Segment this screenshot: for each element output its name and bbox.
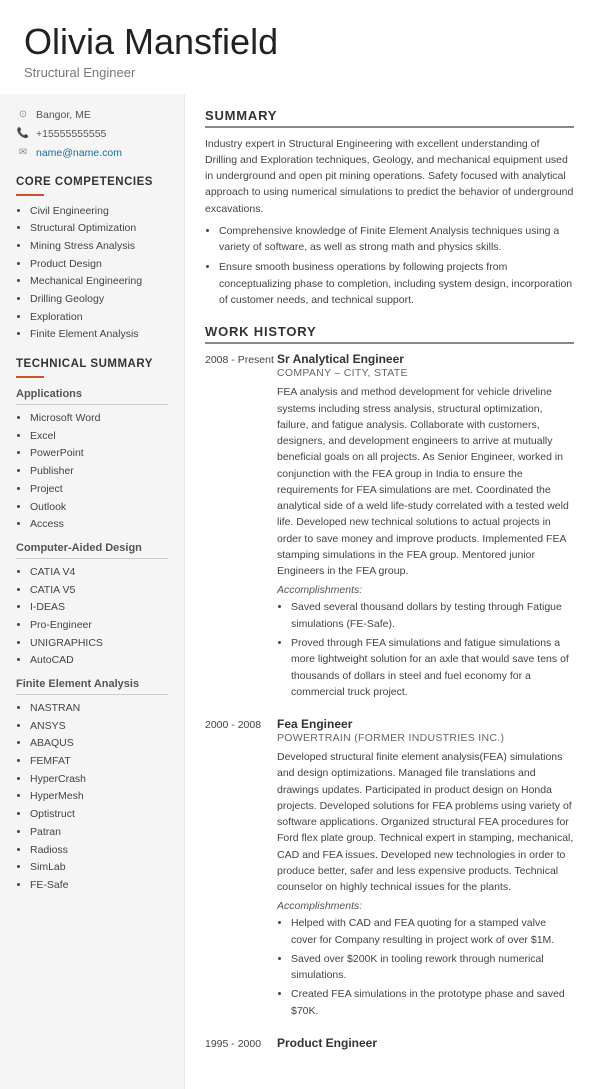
core-competencies-divider bbox=[16, 194, 44, 196]
technical-summary-section: TECHNICAL SUMMARY Applications Microsoft… bbox=[16, 358, 168, 893]
list-item: ABAQUS bbox=[30, 736, 168, 751]
list-item: FEMFAT bbox=[30, 754, 168, 769]
list-item: Publisher bbox=[30, 464, 168, 479]
work-entry-3: 1995 - 2000 Product Engineer bbox=[205, 1036, 574, 1053]
work-description-2: Developed structural finite element anal… bbox=[277, 749, 574, 895]
list-item: Patran bbox=[30, 825, 168, 840]
technical-summary-divider bbox=[16, 376, 44, 378]
summary-paragraph: Industry expert in Structural Engineerin… bbox=[205, 136, 574, 217]
list-item: FE-Safe bbox=[30, 878, 168, 893]
work-details-1: Sr Analytical Engineer COMPANY – CITY, S… bbox=[277, 352, 574, 703]
list-item: Helped with CAD and FEA quoting for a st… bbox=[291, 915, 574, 948]
work-company-1: COMPANY – CITY, STATE bbox=[277, 367, 574, 379]
contact-location-text: Bangor, ME bbox=[36, 109, 91, 121]
summary-section-title: SUMMARY bbox=[205, 108, 574, 128]
contact-location: ⊙ Bangor, ME bbox=[16, 108, 168, 122]
list-item: Exploration bbox=[30, 310, 168, 325]
core-competencies-section: CORE COMPETENCIES Civil Engineering Stru… bbox=[16, 176, 168, 343]
contact-phone-text: +15555555555 bbox=[36, 128, 106, 140]
list-item: HyperMesh bbox=[30, 789, 168, 804]
fea-divider bbox=[16, 694, 168, 695]
main-body: ⊙ Bangor, ME 📞 +15555555555 ✉ name@name.… bbox=[0, 94, 594, 1089]
list-item: Ensure smooth business operations by fol… bbox=[219, 259, 574, 308]
candidate-title: Structural Engineer bbox=[24, 65, 570, 80]
work-job-title-1: Sr Analytical Engineer bbox=[277, 352, 574, 366]
list-item: CATIA V5 bbox=[30, 583, 168, 598]
list-item: NASTRAN bbox=[30, 701, 168, 716]
list-item: Pro-Engineer bbox=[30, 618, 168, 633]
work-date-3: 1995 - 2000 bbox=[205, 1036, 277, 1053]
location-icon: ⊙ bbox=[16, 108, 30, 122]
core-competencies-list: Civil Engineering Structural Optimizatio… bbox=[16, 204, 168, 343]
list-item: I-DEAS bbox=[30, 600, 168, 615]
work-details-2: Fea Engineer POWERTRAIN (FORMER INDUSTRI… bbox=[277, 717, 574, 1022]
candidate-name: Olivia Mansfield bbox=[24, 22, 570, 62]
header-section: Olivia Mansfield Structural Engineer bbox=[0, 0, 594, 94]
list-item: Saved over $200K in tooling rework throu… bbox=[291, 951, 574, 984]
list-item: Access bbox=[30, 517, 168, 532]
summary-bullets-list: Comprehensive knowledge of Finite Elemen… bbox=[205, 223, 574, 308]
summary-section: SUMMARY Industry expert in Structural En… bbox=[205, 108, 574, 309]
work-history-title: WORK HISTORY bbox=[205, 324, 574, 344]
list-item: Mining Stress Analysis bbox=[30, 239, 168, 254]
list-item: HyperCrash bbox=[30, 772, 168, 787]
accomplishments-list-2: Helped with CAD and FEA quoting for a st… bbox=[277, 915, 574, 1019]
list-item: Radioss bbox=[30, 843, 168, 858]
list-item: Outlook bbox=[30, 500, 168, 515]
list-item: Proved through FEA simulations and fatig… bbox=[291, 635, 574, 700]
applications-list: Microsoft Word Excel PowerPoint Publishe… bbox=[16, 411, 168, 532]
accomplishments-label-2: Accomplishments: bbox=[277, 900, 574, 912]
list-item: Created FEA simulations in the prototype… bbox=[291, 986, 574, 1019]
work-date-1: 2008 - Present bbox=[205, 352, 277, 703]
accomplishments-label-1: Accomplishments: bbox=[277, 584, 574, 596]
cad-divider bbox=[16, 558, 168, 559]
work-description-1: FEA analysis and method development for … bbox=[277, 384, 574, 579]
accomplishments-list-1: Saved several thousand dollars by testin… bbox=[277, 599, 574, 700]
work-job-title-3: Product Engineer bbox=[277, 1036, 574, 1050]
resume-page: Olivia Mansfield Structural Engineer ⊙ B… bbox=[0, 0, 594, 1089]
list-item: ANSYS bbox=[30, 719, 168, 734]
work-details-3: Product Engineer bbox=[277, 1036, 574, 1053]
list-item: CATIA V4 bbox=[30, 565, 168, 580]
list-item: Comprehensive knowledge of Finite Elemen… bbox=[219, 223, 574, 256]
email-icon: ✉ bbox=[16, 146, 30, 160]
list-item: SimLab bbox=[30, 860, 168, 875]
main-content: SUMMARY Industry expert in Structural En… bbox=[185, 94, 594, 1089]
work-entry-1: 2008 - Present Sr Analytical Engineer CO… bbox=[205, 352, 574, 703]
contact-email: ✉ name@name.com bbox=[16, 146, 168, 160]
list-item: Excel bbox=[30, 429, 168, 444]
phone-icon: 📞 bbox=[16, 127, 30, 141]
list-item: Project bbox=[30, 482, 168, 497]
work-job-title-2: Fea Engineer bbox=[277, 717, 574, 731]
list-item: Structural Optimization bbox=[30, 221, 168, 236]
list-item: Saved several thousand dollars by testin… bbox=[291, 599, 574, 632]
list-item: AutoCAD bbox=[30, 653, 168, 668]
technical-summary-title: TECHNICAL SUMMARY bbox=[16, 358, 168, 370]
contact-email-text: name@name.com bbox=[36, 147, 122, 159]
work-entry-2: 2000 - 2008 Fea Engineer POWERTRAIN (FOR… bbox=[205, 717, 574, 1022]
sidebar: ⊙ Bangor, ME 📞 +15555555555 ✉ name@name.… bbox=[0, 94, 185, 1089]
applications-subtitle: Applications bbox=[16, 388, 168, 400]
list-item: Product Design bbox=[30, 257, 168, 272]
list-item: Optistruct bbox=[30, 807, 168, 822]
list-item: PowerPoint bbox=[30, 446, 168, 461]
work-history-section: WORK HISTORY 2008 - Present Sr Analytica… bbox=[205, 324, 574, 1053]
applications-divider bbox=[16, 404, 168, 405]
contact-phone: 📞 +15555555555 bbox=[16, 127, 168, 141]
fea-subtitle: Finite Element Analysis bbox=[16, 678, 168, 690]
list-item: Drilling Geology bbox=[30, 292, 168, 307]
work-date-2: 2000 - 2008 bbox=[205, 717, 277, 1022]
cad-subtitle: Computer-Aided Design bbox=[16, 542, 168, 554]
list-item: Mechanical Engineering bbox=[30, 274, 168, 289]
work-company-2: POWERTRAIN (FORMER INDUSTRIES INC.) bbox=[277, 732, 574, 744]
list-item: UNIGRAPHICS bbox=[30, 636, 168, 651]
fea-list: NASTRAN ANSYS ABAQUS FEMFAT HyperCrash H… bbox=[16, 701, 168, 893]
list-item: Finite Element Analysis bbox=[30, 327, 168, 342]
list-item: Civil Engineering bbox=[30, 204, 168, 219]
cad-list: CATIA V4 CATIA V5 I-DEAS Pro-Engineer UN… bbox=[16, 565, 168, 668]
core-competencies-title: CORE COMPETENCIES bbox=[16, 176, 168, 188]
list-item: Microsoft Word bbox=[30, 411, 168, 426]
